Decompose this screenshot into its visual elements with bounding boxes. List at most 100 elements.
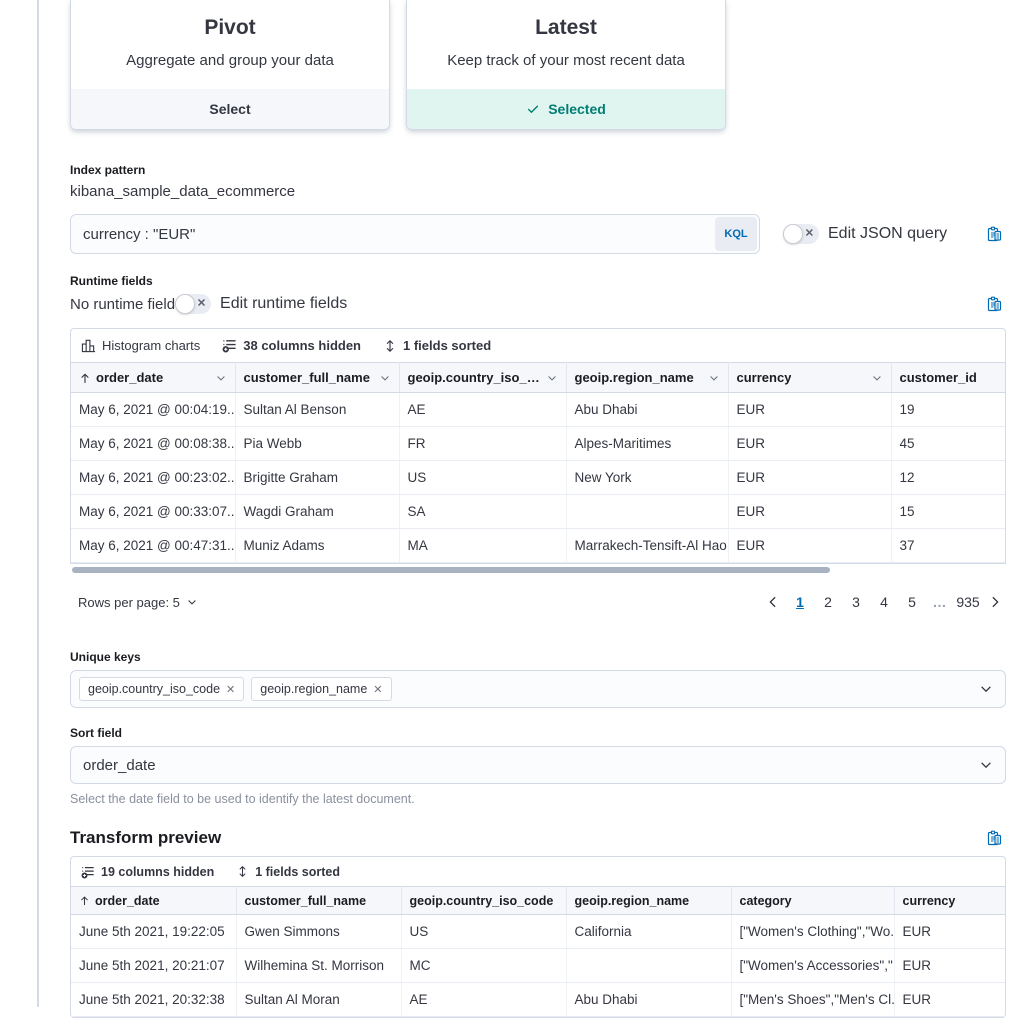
chevron-down-icon[interactable] <box>979 682 993 696</box>
column-header-geoip-region-name[interactable]: geoip.region_name <box>566 887 731 915</box>
next-page-icon[interactable] <box>984 595 1006 609</box>
table-cell[interactable]: Marrakech-Tensift-Al Hao... <box>566 529 728 563</box>
query-input[interactable] <box>71 226 759 243</box>
table-cell[interactable]: FR <box>399 427 566 461</box>
table-cell[interactable]: June 5th 2021, 20:32:38 <box>71 983 236 1017</box>
unique-keys-combobox[interactable]: geoip.country_iso_code✕ geoip.region_name… <box>70 670 1006 708</box>
copy-icon[interactable] <box>986 226 1002 242</box>
chevron-down-icon[interactable] <box>871 372 883 384</box>
table-cell[interactable]: Pia Webb <box>235 427 399 461</box>
table-cell[interactable]: EUR <box>894 983 1005 1017</box>
chevron-down-icon[interactable] <box>215 372 227 384</box>
table-cell[interactable]: 19 <box>891 393 1005 427</box>
scrollbar-thumb[interactable] <box>72 567 830 573</box>
columns-hidden-button[interactable]: 19 columns hidden <box>81 865 214 879</box>
latest-selected-button[interactable]: Selected <box>407 89 725 129</box>
fields-sorted-button[interactable]: 1 fields sorted <box>236 865 340 879</box>
page-button[interactable]: 2 <box>816 590 840 614</box>
table-cell[interactable]: New York <box>566 461 728 495</box>
table-cell[interactable]: AE <box>401 983 566 1017</box>
table-cell[interactable]: California <box>566 915 731 949</box>
table-cell[interactable]: Alpes-Maritimes <box>566 427 728 461</box>
table-cell[interactable]: Brigitte Graham <box>235 461 399 495</box>
remove-icon[interactable]: ✕ <box>373 683 382 696</box>
table-cell[interactable]: Wagdi Graham <box>235 495 399 529</box>
table-cell[interactable]: ["Men's Shoes","Men's Cl... <box>731 983 894 1017</box>
unique-key-pill[interactable]: geoip.country_iso_code✕ <box>79 677 244 701</box>
page-button[interactable]: 1 <box>788 590 812 614</box>
table-cell[interactable]: 45 <box>891 427 1005 461</box>
columns-hidden-button[interactable]: 38 columns hidden <box>222 338 361 353</box>
chevron-down-icon[interactable] <box>546 372 558 384</box>
table-cell[interactable]: Sultan Al Moran <box>236 983 401 1017</box>
table-cell[interactable]: Wilhemina St. Morrison <box>236 949 401 983</box>
table-cell[interactable] <box>566 949 731 983</box>
column-header-category[interactable]: category <box>731 887 894 915</box>
page-button[interactable]: 5 <box>900 590 924 614</box>
chevron-down-icon[interactable] <box>379 372 391 384</box>
table-cell[interactable]: June 5th 2021, 19:22:05 <box>71 915 236 949</box>
remove-icon[interactable]: ✕ <box>226 683 235 696</box>
column-header-geoip-country-iso-code[interactable]: geoip.country_iso_co... <box>399 363 566 393</box>
table-cell[interactable]: US <box>399 461 566 495</box>
table-cell[interactable]: MA <box>399 529 566 563</box>
chevron-down-icon[interactable] <box>708 372 720 384</box>
table-cell[interactable]: EUR <box>728 427 891 461</box>
table-cell[interactable]: ["Women's Clothing","Wo... <box>731 915 894 949</box>
page-button[interactable]: 935 <box>956 590 980 614</box>
page-button[interactable]: 3 <box>844 590 868 614</box>
table-cell[interactable]: ["Women's Accessories","... <box>731 949 894 983</box>
table-cell[interactable]: EUR <box>728 495 891 529</box>
table-cell[interactable]: May 6, 2021 @ 00:23:02... <box>71 461 235 495</box>
column-header-customer-full-name[interactable]: customer_full_name <box>236 887 401 915</box>
query-language-button[interactable]: KQL <box>715 217 757 251</box>
copy-icon[interactable] <box>986 296 1002 312</box>
table-cell[interactable]: EUR <box>728 461 891 495</box>
column-header-currency[interactable]: currency <box>728 363 891 393</box>
column-header-customer-full-name[interactable]: customer_full_name <box>235 363 399 393</box>
table-cell[interactable]: US <box>401 915 566 949</box>
latest-card[interactable]: Latest Keep track of your most recent da… <box>406 0 726 130</box>
table-cell[interactable]: 15 <box>891 495 1005 529</box>
table-cell[interactable]: EUR <box>728 529 891 563</box>
column-header-currency[interactable]: currency <box>894 887 1005 915</box>
table-cell[interactable]: May 6, 2021 @ 00:47:31... <box>71 529 235 563</box>
unique-key-pill[interactable]: geoip.region_name✕ <box>251 677 391 701</box>
column-header-geoip-region-name[interactable]: geoip.region_name <box>566 363 728 393</box>
table-cell[interactable]: May 6, 2021 @ 00:08:38... <box>71 427 235 461</box>
table-cell[interactable]: Abu Dhabi <box>566 393 728 427</box>
table-cell[interactable]: Muniz Adams <box>235 529 399 563</box>
query-bar[interactable]: KQL <box>70 214 760 254</box>
rows-per-page-button[interactable]: Rows per page: 5 <box>70 595 198 610</box>
column-header-order-date[interactable]: order_date <box>71 363 235 393</box>
table-cell[interactable]: 37 <box>891 529 1005 563</box>
table-cell[interactable]: EUR <box>728 393 891 427</box>
pivot-select-button[interactable]: Select <box>71 89 389 129</box>
table-cell[interactable]: AE <box>399 393 566 427</box>
column-header-customer-id[interactable]: customer_id <box>891 363 1005 393</box>
table-cell[interactable]: MC <box>401 949 566 983</box>
table-cell[interactable]: Gwen Simmons <box>236 915 401 949</box>
table-cell[interactable]: Sultan Al Benson <box>235 393 399 427</box>
copy-icon[interactable] <box>986 830 1002 846</box>
table-cell[interactable]: EUR <box>894 915 1005 949</box>
table-cell[interactable]: EUR <box>894 949 1005 983</box>
chevron-down-icon[interactable] <box>979 758 993 772</box>
table-cell[interactable]: 12 <box>891 461 1005 495</box>
sort-field-select[interactable]: order_date <box>70 746 1006 784</box>
pivot-card[interactable]: Pivot Aggregate and group your data Sele… <box>70 0 390 130</box>
edit-json-query-toggle[interactable]: ✕ <box>783 224 819 244</box>
table-cell[interactable]: SA <box>399 495 566 529</box>
edit-runtime-fields-toggle[interactable]: ✕ <box>175 294 211 314</box>
table-cell[interactable] <box>566 495 728 529</box>
table-cell[interactable]: May 6, 2021 @ 00:04:19... <box>71 393 235 427</box>
previous-page-icon[interactable] <box>762 595 784 609</box>
column-header-order-date[interactable]: order_date <box>71 887 236 915</box>
page-button[interactable]: 4 <box>872 590 896 614</box>
table-cell[interactable]: May 6, 2021 @ 00:33:07... <box>71 495 235 529</box>
table-cell[interactable]: June 5th 2021, 20:21:07 <box>71 949 236 983</box>
histogram-charts-button[interactable]: Histogram charts <box>81 338 200 353</box>
fields-sorted-button[interactable]: 1 fields sorted <box>383 338 491 353</box>
column-header-geoip-country-iso-code[interactable]: geoip.country_iso_code <box>401 887 566 915</box>
table-cell[interactable]: Abu Dhabi <box>566 983 731 1017</box>
